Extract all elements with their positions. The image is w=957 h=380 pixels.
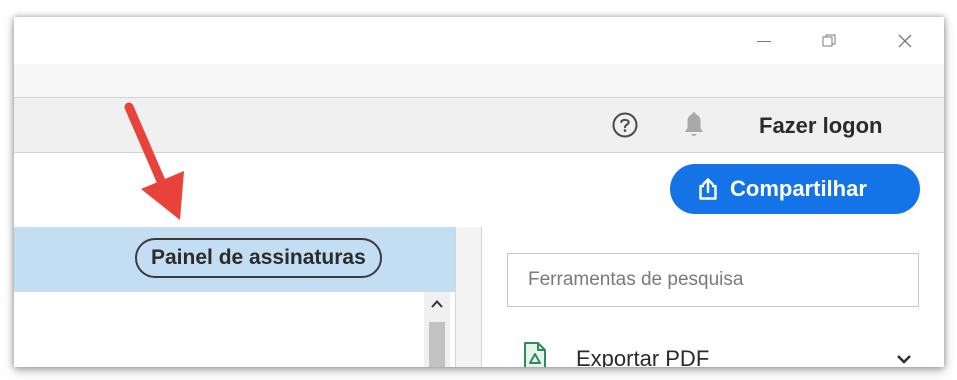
help-icon[interactable] [612,112,638,138]
scroll-up-icon[interactable] [430,298,444,310]
signatures-panel: Painel de assinaturas [14,227,455,367]
close-icon [898,34,912,48]
restore-button[interactable] [814,29,844,53]
panel-title[interactable]: Painel de assinaturas [135,238,382,278]
tool-export-pdf[interactable]: Exportar PDF [522,341,922,367]
app-window: Fazer logon Compartilhar Painel de assin… [14,17,944,367]
tool-label: Exportar PDF [576,346,710,367]
tools-panel: Exportar PDF [482,227,944,367]
scrollbar-thumb[interactable] [429,322,445,367]
login-link[interactable]: Fazer logon [759,113,882,139]
minimize-button[interactable] [749,29,779,53]
panel-splitter[interactable] [455,227,482,367]
share-row: Compartilhar [14,153,944,227]
panel-scrollbar[interactable] [424,292,450,367]
chevron-down-icon[interactable] [896,353,912,365]
top-toolbar: Fazer logon [14,97,944,153]
minimize-icon [757,40,771,42]
panel-header: Painel de assinaturas [14,227,455,292]
tools-search-input[interactable] [507,253,919,307]
restore-icon [822,34,836,47]
share-label: Compartilhar [730,176,867,201]
share-button[interactable]: Compartilhar [670,164,920,214]
export-pdf-icon [524,342,546,367]
title-bar [14,17,944,64]
menu-bar [14,64,944,97]
bell-icon[interactable] [681,111,707,139]
share-icon [699,178,717,200]
close-button[interactable] [890,29,920,53]
